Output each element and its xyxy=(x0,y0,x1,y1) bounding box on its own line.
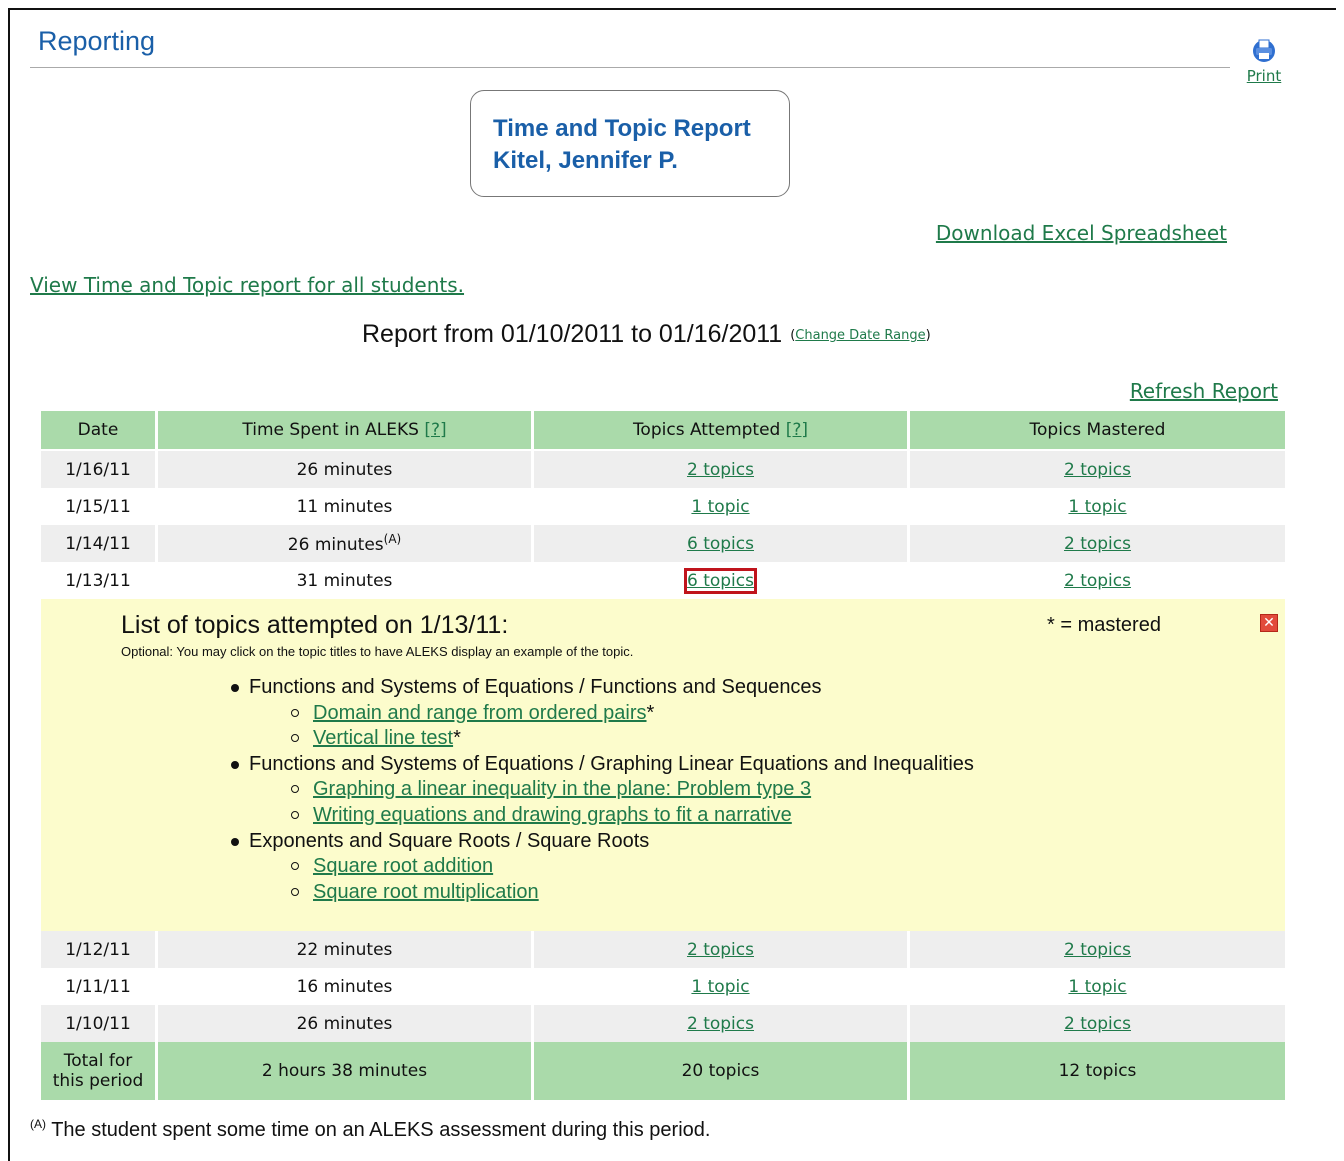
header-topics-mastered: Topics Mastered xyxy=(910,411,1285,451)
topic-item: Graphing a linear inequality in the plan… xyxy=(231,777,974,803)
header-time-label: Time Spent in ALEKS xyxy=(242,420,419,440)
topic-list: Functions and Systems of Equations / Fun… xyxy=(231,675,974,905)
total-label: Total for this period xyxy=(41,1042,155,1100)
row-mastered-link[interactable]: 2 topics xyxy=(1064,1014,1131,1034)
row-attempted-link-active[interactable]: 6 topics xyxy=(683,567,758,594)
detail-title: List of topics attempted on 1/13/11: xyxy=(121,611,509,639)
row-mastered-link[interactable]: 2 topics xyxy=(1064,940,1131,960)
time-help-link[interactable]: [?] xyxy=(424,420,446,440)
table-row: 1/16/11 26 minutes 2 topics 2 topics xyxy=(41,451,1285,488)
mastered-mark: * xyxy=(453,727,461,750)
detail-subtitle: Optional: You may click on the topic tit… xyxy=(121,644,634,659)
row-time: 26 minutes xyxy=(287,535,384,555)
total-label-line1: Total for xyxy=(63,1051,133,1071)
row-date: 1/11/11 xyxy=(41,968,155,1005)
close-icon[interactable]: ✕ xyxy=(1260,614,1278,632)
date-range-text: Report from 01/10/2011 to 01/16/2011 xyxy=(362,320,783,348)
report-date-range: Report from 01/10/2011 to 01/16/2011 (Cha… xyxy=(362,320,931,349)
table-row: 1/11/11 16 minutes 1 topic 1 topic xyxy=(41,968,1285,1005)
total-attempted: 20 topics xyxy=(534,1042,907,1100)
printer-icon[interactable] xyxy=(1251,36,1277,64)
row-date: 1/15/11 xyxy=(41,488,155,525)
print-link[interactable]: Print xyxy=(1247,67,1282,85)
change-date-range-link[interactable]: Change Date Range xyxy=(795,328,925,343)
print-button[interactable]: Print xyxy=(1240,36,1288,85)
footnote-text: The student spent some time on an ALEKS … xyxy=(46,1119,711,1141)
topic-category: Functions and Systems of Equations / Fun… xyxy=(231,675,974,701)
row-attempted-link[interactable]: 2 topics xyxy=(687,1014,754,1034)
topic-link[interactable]: Square root multiplication xyxy=(313,881,539,903)
row-time: 26 minutes xyxy=(158,451,531,488)
row-attempted-link[interactable]: 6 topics xyxy=(687,534,754,554)
topic-detail-row: List of topics attempted on 1/13/11: Opt… xyxy=(41,599,1285,931)
topic-item: Writing equations and drawing graphs to … xyxy=(231,803,974,829)
change-date-paren-close: ) xyxy=(925,328,931,343)
topic-detail-panel: List of topics attempted on 1/13/11: Opt… xyxy=(41,599,1285,931)
header-attempted-label: Topics Attempted xyxy=(632,420,781,440)
total-time: 2 hours 38 minutes xyxy=(158,1042,531,1100)
header-topics-attempted: Topics Attempted [?] xyxy=(534,411,907,451)
table-row: 1/14/11 26 minutes(A) 6 topics 2 topics xyxy=(41,525,1285,562)
topic-category: Exponents and Square Roots / Square Root… xyxy=(231,829,974,855)
assessment-footnote: (A) The student spent some time on an AL… xyxy=(30,1117,710,1142)
row-mastered-link[interactable]: 2 topics xyxy=(1064,534,1131,554)
page-title: Reporting xyxy=(38,26,156,56)
row-time: 11 minutes xyxy=(158,488,531,525)
row-date: 1/13/11 xyxy=(41,562,155,599)
topic-link[interactable]: Vertical line test xyxy=(313,727,453,749)
row-attempted-link[interactable]: 1 topic xyxy=(691,497,749,517)
attempted-help-link[interactable]: [?] xyxy=(786,420,808,440)
topic-link[interactable]: Square root addition xyxy=(313,855,493,877)
refresh-report-link[interactable]: Refresh Report xyxy=(1130,379,1278,403)
header-date: Date xyxy=(41,411,155,451)
total-label-line2: this period xyxy=(52,1071,144,1091)
student-name: Kitel, Jennifer P. xyxy=(493,147,678,174)
row-time: 16 minutes xyxy=(158,968,531,1005)
footnote-mark: (A) xyxy=(30,1117,46,1131)
total-mastered: 12 topics xyxy=(910,1042,1285,1100)
row-attempted-link[interactable]: 2 topics xyxy=(687,940,754,960)
row-time: 22 minutes xyxy=(158,931,531,968)
download-excel-link[interactable]: Download Excel Spreadsheet xyxy=(936,221,1227,245)
row-date: 1/16/11 xyxy=(41,451,155,488)
topic-item: Vertical line test* xyxy=(231,726,974,752)
row-mastered-link[interactable]: 1 topic xyxy=(1068,977,1126,997)
topic-item: Domain and range from ordered pairs* xyxy=(231,701,974,727)
mastered-mark: * xyxy=(646,701,655,724)
row-mastered-link[interactable]: 2 topics xyxy=(1064,460,1131,480)
mastered-legend: * = mastered xyxy=(1047,614,1161,636)
row-date: 1/10/11 xyxy=(41,1005,155,1042)
row-attempted-link[interactable]: 1 topic xyxy=(691,977,749,997)
title-divider xyxy=(30,67,1230,68)
report-header-box: Time and Topic Report Kitel, Jennifer P. xyxy=(470,90,790,197)
header-time-spent: Time Spent in ALEKS [?] xyxy=(158,411,531,451)
row-date: 1/14/11 xyxy=(41,525,155,562)
row-date: 1/12/11 xyxy=(41,931,155,968)
table-row: 1/10/11 26 minutes 2 topics 2 topics xyxy=(41,1005,1285,1042)
row-time: 31 minutes xyxy=(158,562,531,599)
topic-link[interactable]: Writing equations and drawing graphs to … xyxy=(313,804,792,826)
row-mastered-link[interactable]: 2 topics xyxy=(1064,571,1131,591)
row-time: 26 minutes xyxy=(158,1005,531,1042)
row-mastered-link[interactable]: 1 topic xyxy=(1068,497,1126,517)
table-row: 1/15/11 11 minutes 1 topic 1 topic xyxy=(41,488,1285,525)
topic-link[interactable]: Domain and range from ordered pairs xyxy=(313,702,647,724)
topic-link[interactable]: Graphing a linear inequality in the plan… xyxy=(313,778,811,800)
time-topic-table: Date Time Spent in ALEKS [?] Topics Atte… xyxy=(38,411,1288,1100)
assessment-note-mark: (A) xyxy=(383,532,402,546)
topic-category: Functions and Systems of Equations / Gra… xyxy=(231,752,974,778)
table-row: 1/12/11 22 minutes 2 topics 2 topics xyxy=(41,931,1285,968)
report-name: Time and Topic Report xyxy=(493,115,751,142)
view-all-students-link[interactable]: View Time and Topic report for all stude… xyxy=(30,273,464,297)
total-row: Total for this period 2 hours 38 minutes … xyxy=(41,1042,1285,1100)
topic-item: Square root multiplication xyxy=(231,880,974,906)
table-row-selected: 1/13/11 31 minutes 6 topics 2 topics xyxy=(41,562,1285,599)
row-attempted-link[interactable]: 2 topics xyxy=(687,460,754,480)
topic-item: Square root addition xyxy=(231,854,974,880)
